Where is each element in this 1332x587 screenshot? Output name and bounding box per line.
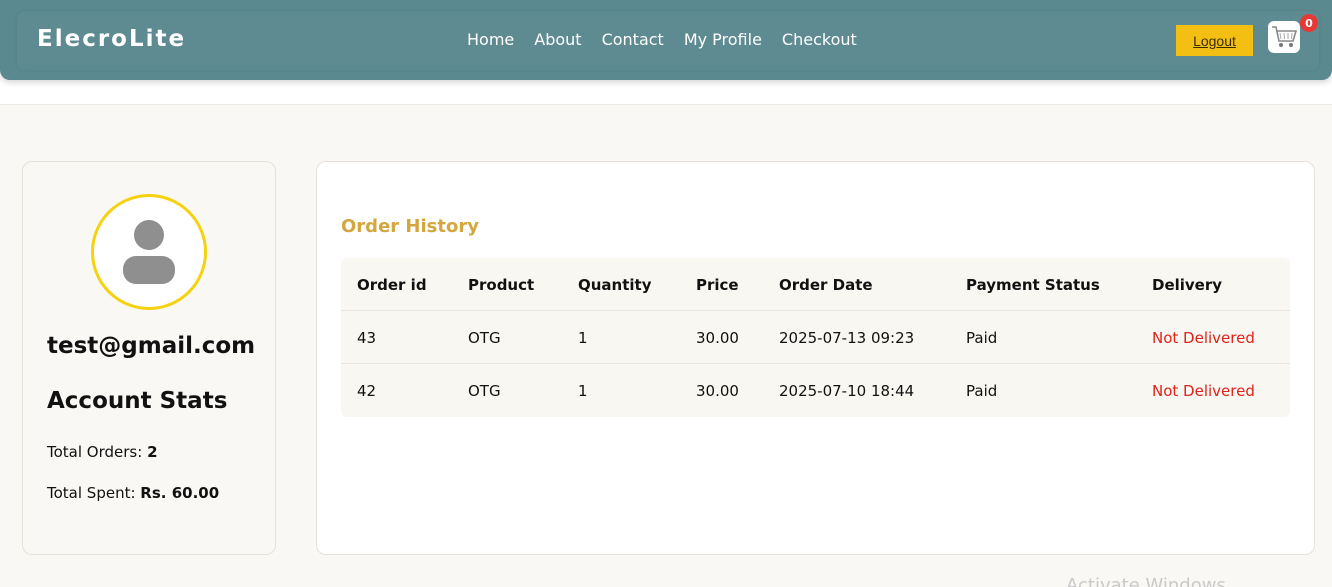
order-id-cell: 42 [357,381,377,400]
price-cell: 30.00 [696,328,739,347]
table-row: 42 OTG 1 30.00 2025-07-10 18:44 Paid Not… [341,364,1290,417]
main-nav: Home About Contact My Profile Checkout [467,30,857,49]
total-spent-stat: Total Spent: Rs. 60.00 [47,484,219,502]
payment-status-cell: Paid [966,381,998,400]
delivery-status-cell: Not Delivered [1152,328,1255,347]
nav-about-link[interactable]: About [534,30,581,49]
nav-contact-link[interactable]: Contact [602,30,664,49]
column-header-order-id: Order id [357,275,427,294]
order-date-cell: 2025-07-13 09:23 [779,328,915,347]
total-orders-value: 2 [147,443,158,461]
shopping-cart-icon [1272,26,1298,47]
order-history-heading: Order History [341,216,479,237]
cart-count-badge: 0 [1300,14,1318,32]
logout-button[interactable]: Logout [1176,25,1253,56]
total-orders-stat: Total Orders: 2 [47,443,158,461]
column-header-quantity: Quantity [578,275,652,294]
user-email: test@gmail.com [47,333,256,359]
table-header-row: Order id Product Quantity Price Order Da… [341,258,1290,311]
total-spent-value: Rs. 60.00 [140,484,220,502]
total-orders-label: Total Orders: [47,443,143,461]
product-cell: OTG [468,381,501,400]
column-header-payment-status: Payment Status [966,275,1100,294]
column-header-product: Product [468,275,535,294]
activate-windows-watermark: Activate Windows [1066,575,1226,587]
payment-status-cell: Paid [966,328,998,347]
total-spent-label: Total Spent: [47,484,136,502]
delivery-status-cell: Not Delivered [1152,381,1255,400]
account-stats-heading: Account Stats [47,388,228,414]
price-cell: 30.00 [696,381,739,400]
column-header-order-date: Order Date [779,275,873,294]
order-history-table: Order id Product Quantity Price Order Da… [341,258,1290,417]
user-silhouette-icon [123,220,175,284]
nav-checkout-link[interactable]: Checkout [782,30,857,49]
cart-button[interactable] [1268,21,1300,53]
order-id-cell: 43 [357,328,377,347]
column-header-delivery: Delivery [1152,275,1223,294]
quantity-cell: 1 [578,381,588,400]
nav-my-profile-link[interactable]: My Profile [684,30,762,49]
column-header-price: Price [696,275,739,294]
product-cell: OTG [468,328,501,347]
nav-home-link[interactable]: Home [467,30,514,49]
table-row: 43 OTG 1 30.00 2025-07-13 09:23 Paid Not… [341,311,1290,364]
avatar [91,194,207,310]
brand-logo[interactable]: ElecroLite [37,26,186,52]
order-date-cell: 2025-07-10 18:44 [779,381,915,400]
quantity-cell: 1 [578,328,588,347]
